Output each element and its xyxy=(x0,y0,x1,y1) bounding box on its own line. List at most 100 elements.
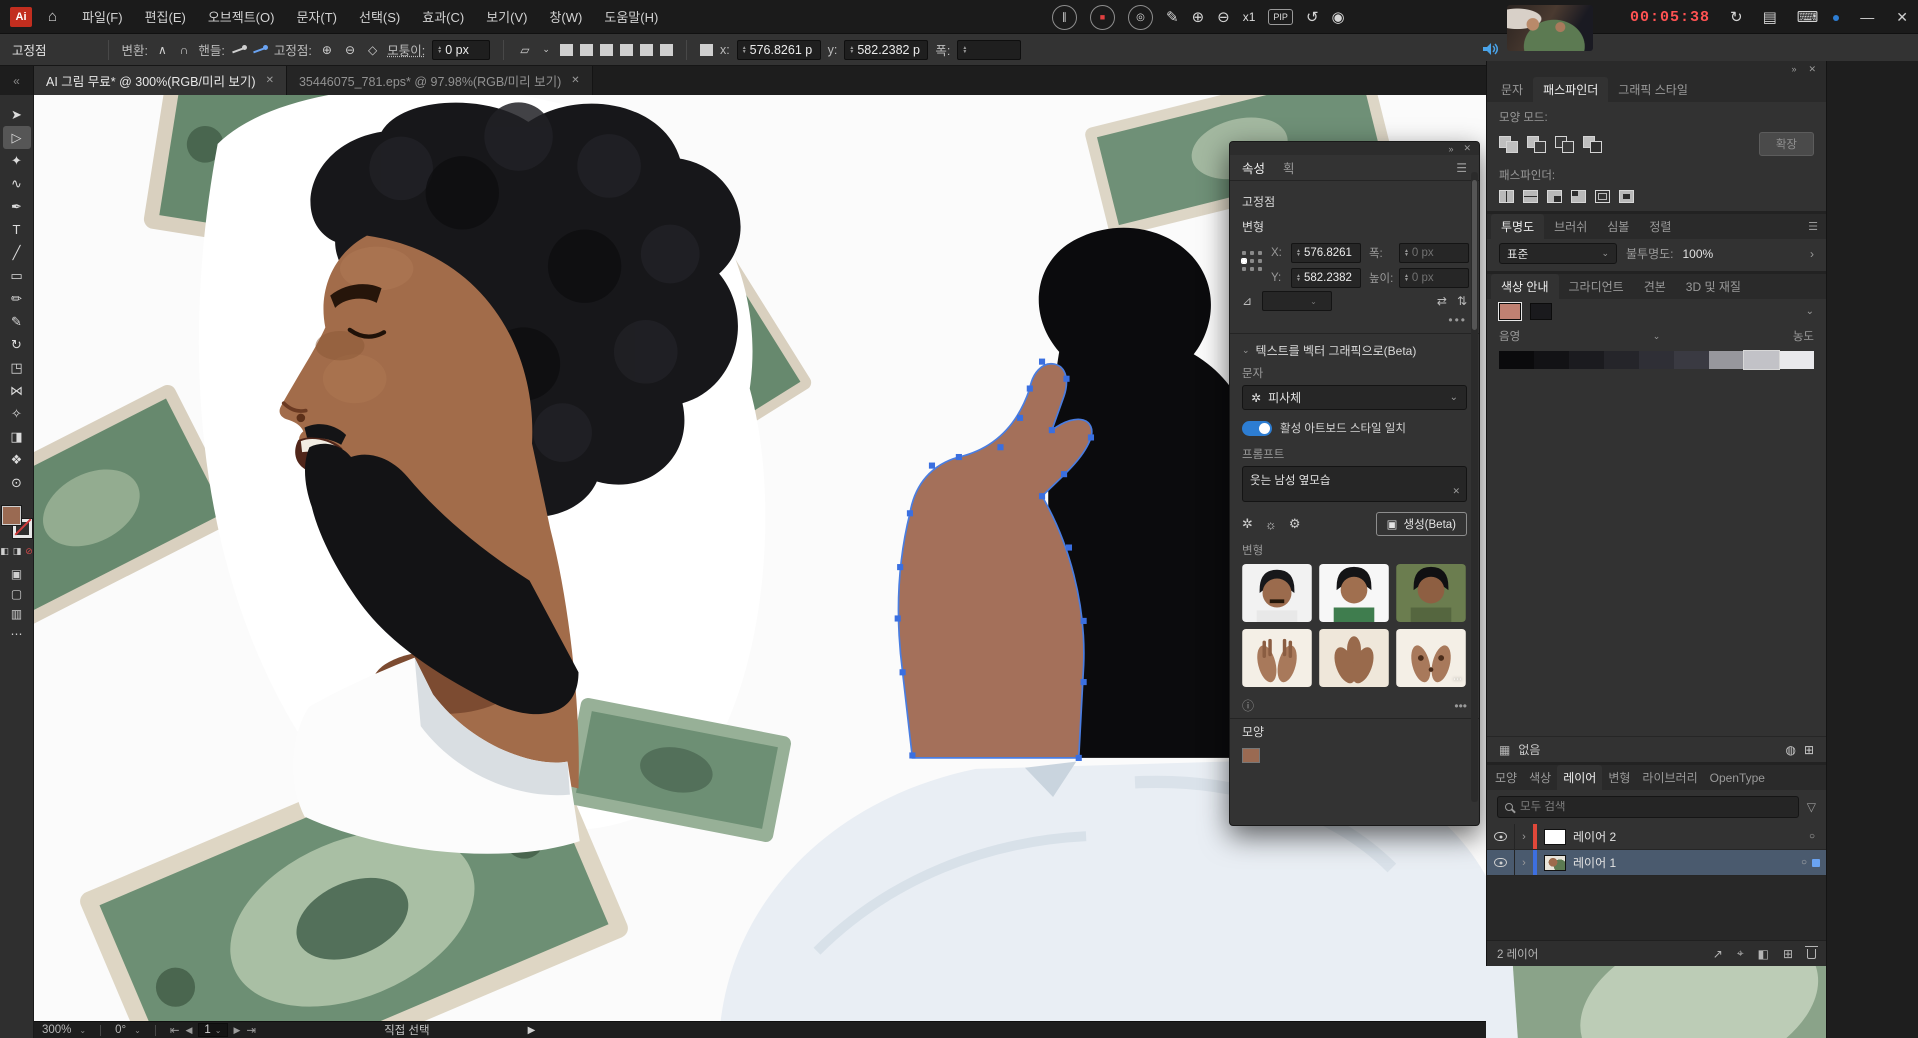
tab-brushes[interactable]: 브러쉬 xyxy=(1544,214,1597,239)
toolbar-more-icon[interactable]: ⋯ xyxy=(11,627,23,641)
opacity-more-icon[interactable]: › xyxy=(1810,247,1814,261)
pencil-tool[interactable]: ✎ xyxy=(3,310,31,333)
artboard-number-field[interactable]: 1 ⌄ xyxy=(198,1023,228,1037)
align-middle-icon[interactable] xyxy=(639,43,653,56)
zoom-chevron-icon[interactable]: ⌄ xyxy=(79,1026,86,1035)
merge-icon[interactable] xyxy=(1547,190,1562,203)
style-dropdown[interactable]: ✲ 피사체 ⌄ xyxy=(1242,385,1467,410)
info-icon[interactable]: ⓘ xyxy=(1242,697,1254,714)
rotate-tool[interactable]: ↻ xyxy=(3,333,31,356)
appearance-fill-swatch[interactable] xyxy=(1242,748,1260,763)
menu-item-effect[interactable]: 효과(C) xyxy=(411,7,475,26)
corner-input[interactable] xyxy=(445,42,486,57)
zoom-out-icon[interactable]: ⊖ xyxy=(1217,8,1230,26)
new-layer-icon[interactable]: ⊞ xyxy=(1783,947,1793,961)
convert-smooth-icon[interactable]: ∩ xyxy=(177,41,192,59)
base-color-swatch[interactable] xyxy=(1498,302,1522,321)
selection-tool[interactable]: ➤ xyxy=(3,103,31,126)
visibility-cell[interactable] xyxy=(1487,824,1515,849)
tab-appearance[interactable]: 모양 xyxy=(1489,765,1523,790)
annotate-pencil-icon[interactable]: ✎ xyxy=(1166,8,1179,26)
stop-record-button[interactable]: ■ xyxy=(1090,4,1115,30)
reference-point-locator[interactable] xyxy=(1241,251,1263,272)
y-input[interactable] xyxy=(857,42,924,57)
filter-funnel-icon[interactable]: ▽ xyxy=(1807,800,1816,814)
angle-field[interactable]: ⌄ xyxy=(1262,291,1333,311)
layer-row-2[interactable]: › 레이어 2 ○ xyxy=(1487,824,1826,850)
speaker-icon[interactable] xyxy=(1482,42,1500,56)
camera-button[interactable]: ◎ xyxy=(1128,4,1153,30)
color-swatch[interactable] xyxy=(1530,303,1552,320)
align-top-icon[interactable] xyxy=(619,43,633,56)
save-group-icon[interactable]: ⊞ xyxy=(1804,743,1814,757)
panel-menu-icon[interactable]: ☰ xyxy=(1456,161,1467,175)
first-artboard-button[interactable]: ⇤ xyxy=(170,1023,180,1037)
align-right-icon[interactable] xyxy=(599,43,613,56)
tab-color[interactable]: 색상 xyxy=(1523,765,1557,790)
lasso-tool[interactable]: ∿ xyxy=(3,172,31,195)
next-artboard-button[interactable]: ▶ xyxy=(234,1025,241,1036)
stepper-icon[interactable] xyxy=(849,46,854,54)
pip-button[interactable]: PIP xyxy=(1268,9,1293,25)
eyedropper-tool[interactable]: ✧ xyxy=(3,402,31,425)
exclude-icon[interactable] xyxy=(1583,135,1602,153)
opacity-value[interactable]: 100% xyxy=(1683,247,1714,261)
minimize-button[interactable]: — xyxy=(1860,9,1874,25)
flip-vertical-icon[interactable]: ⇅ xyxy=(1457,294,1467,308)
rotation-value[interactable]: 0° xyxy=(115,1024,126,1036)
search-input[interactable] xyxy=(1520,801,1791,813)
direct-selection-tool[interactable]: ▷ xyxy=(2,126,31,149)
play-icon[interactable]: ▶ xyxy=(528,1025,536,1036)
none-mode-icon[interactable]: ⊘ xyxy=(25,546,33,557)
delete-layer-icon[interactable] xyxy=(1805,945,1818,959)
collect-export-icon[interactable]: ↗ xyxy=(1713,947,1723,961)
menu-item-window[interactable]: 창(W) xyxy=(538,7,593,26)
pause-button[interactable]: ∥ xyxy=(1052,4,1077,30)
flip-horizontal-icon[interactable]: ⇄ xyxy=(1437,294,1447,308)
corner-field[interactable] xyxy=(432,39,491,60)
outline-icon[interactable] xyxy=(1595,190,1610,203)
tab-align[interactable]: 정렬 xyxy=(1639,214,1681,239)
menu-item-help[interactable]: 도움말(H) xyxy=(593,7,669,26)
layer-name[interactable]: 레이어 2 xyxy=(1573,828,1809,845)
menu-item-edit[interactable]: 편집(E) xyxy=(134,7,197,26)
harmony-chevron-icon[interactable]: ⌄ xyxy=(1806,306,1814,317)
color-mode-icon[interactable]: ◧ xyxy=(0,546,9,557)
layer-name[interactable]: 레이어 1 xyxy=(1573,854,1801,871)
transform-preset-icon[interactable]: ▱ xyxy=(517,41,532,59)
height-field[interactable] xyxy=(1398,268,1469,288)
panel-collapse-icon[interactable]: » xyxy=(1448,144,1453,154)
crop-icon[interactable] xyxy=(1571,190,1586,203)
locate-object-icon[interactable]: ⌖ xyxy=(1737,946,1744,961)
tab-transform[interactable]: 변형 xyxy=(1602,765,1636,790)
line-segment-tool[interactable]: ╱ xyxy=(3,241,31,264)
convert-corner-icon[interactable]: ∧ xyxy=(155,41,170,59)
color-group-none-label[interactable]: 없음 xyxy=(1518,741,1540,758)
hand-tool[interactable]: ❖ xyxy=(3,448,31,471)
menu-item-type[interactable]: 문자(T) xyxy=(285,7,348,26)
variations-more-icon[interactable]: ••• xyxy=(1454,699,1467,713)
app-logo[interactable]: Ai xyxy=(10,6,32,27)
dock-collapse-icon[interactable]: » xyxy=(1791,64,1796,74)
layer-thumbnail[interactable] xyxy=(1544,854,1566,871)
gradient-mode-icon[interactable]: ◨ xyxy=(13,546,22,557)
style-picker-icon[interactable]: ✲ xyxy=(1242,516,1253,532)
distribute-icon[interactable] xyxy=(699,43,713,56)
clear-prompt-icon[interactable]: ✕ xyxy=(1452,486,1460,497)
face-variation-3[interactable] xyxy=(1396,564,1466,622)
trim-icon[interactable] xyxy=(1523,190,1538,203)
zoom-in-icon[interactable]: ⊕ xyxy=(1192,8,1205,26)
type-tool[interactable]: T xyxy=(3,218,31,241)
clipping-mask-icon[interactable]: ◧ xyxy=(1758,947,1769,961)
show-handles-icon[interactable] xyxy=(232,44,247,55)
target-circle-icon[interactable]: ○ xyxy=(1809,831,1815,842)
zoom-level[interactable]: 300% xyxy=(42,1024,71,1036)
corner-label[interactable]: 모퉁이: xyxy=(387,40,425,59)
draw-behind-icon[interactable]: ▢ xyxy=(11,587,22,601)
document-tab-inactive[interactable]: 35446075_781.eps* @ 97.98%(RGB/미리 보기) ✕ xyxy=(286,66,593,95)
shade-tint-ramp[interactable] xyxy=(1487,348,1826,372)
expander-icon[interactable]: › xyxy=(1515,831,1533,843)
align-left-icon[interactable] xyxy=(559,43,573,56)
face-variation-1[interactable] xyxy=(1242,564,1312,622)
toolbar-collapse-icon[interactable]: « xyxy=(0,66,34,95)
